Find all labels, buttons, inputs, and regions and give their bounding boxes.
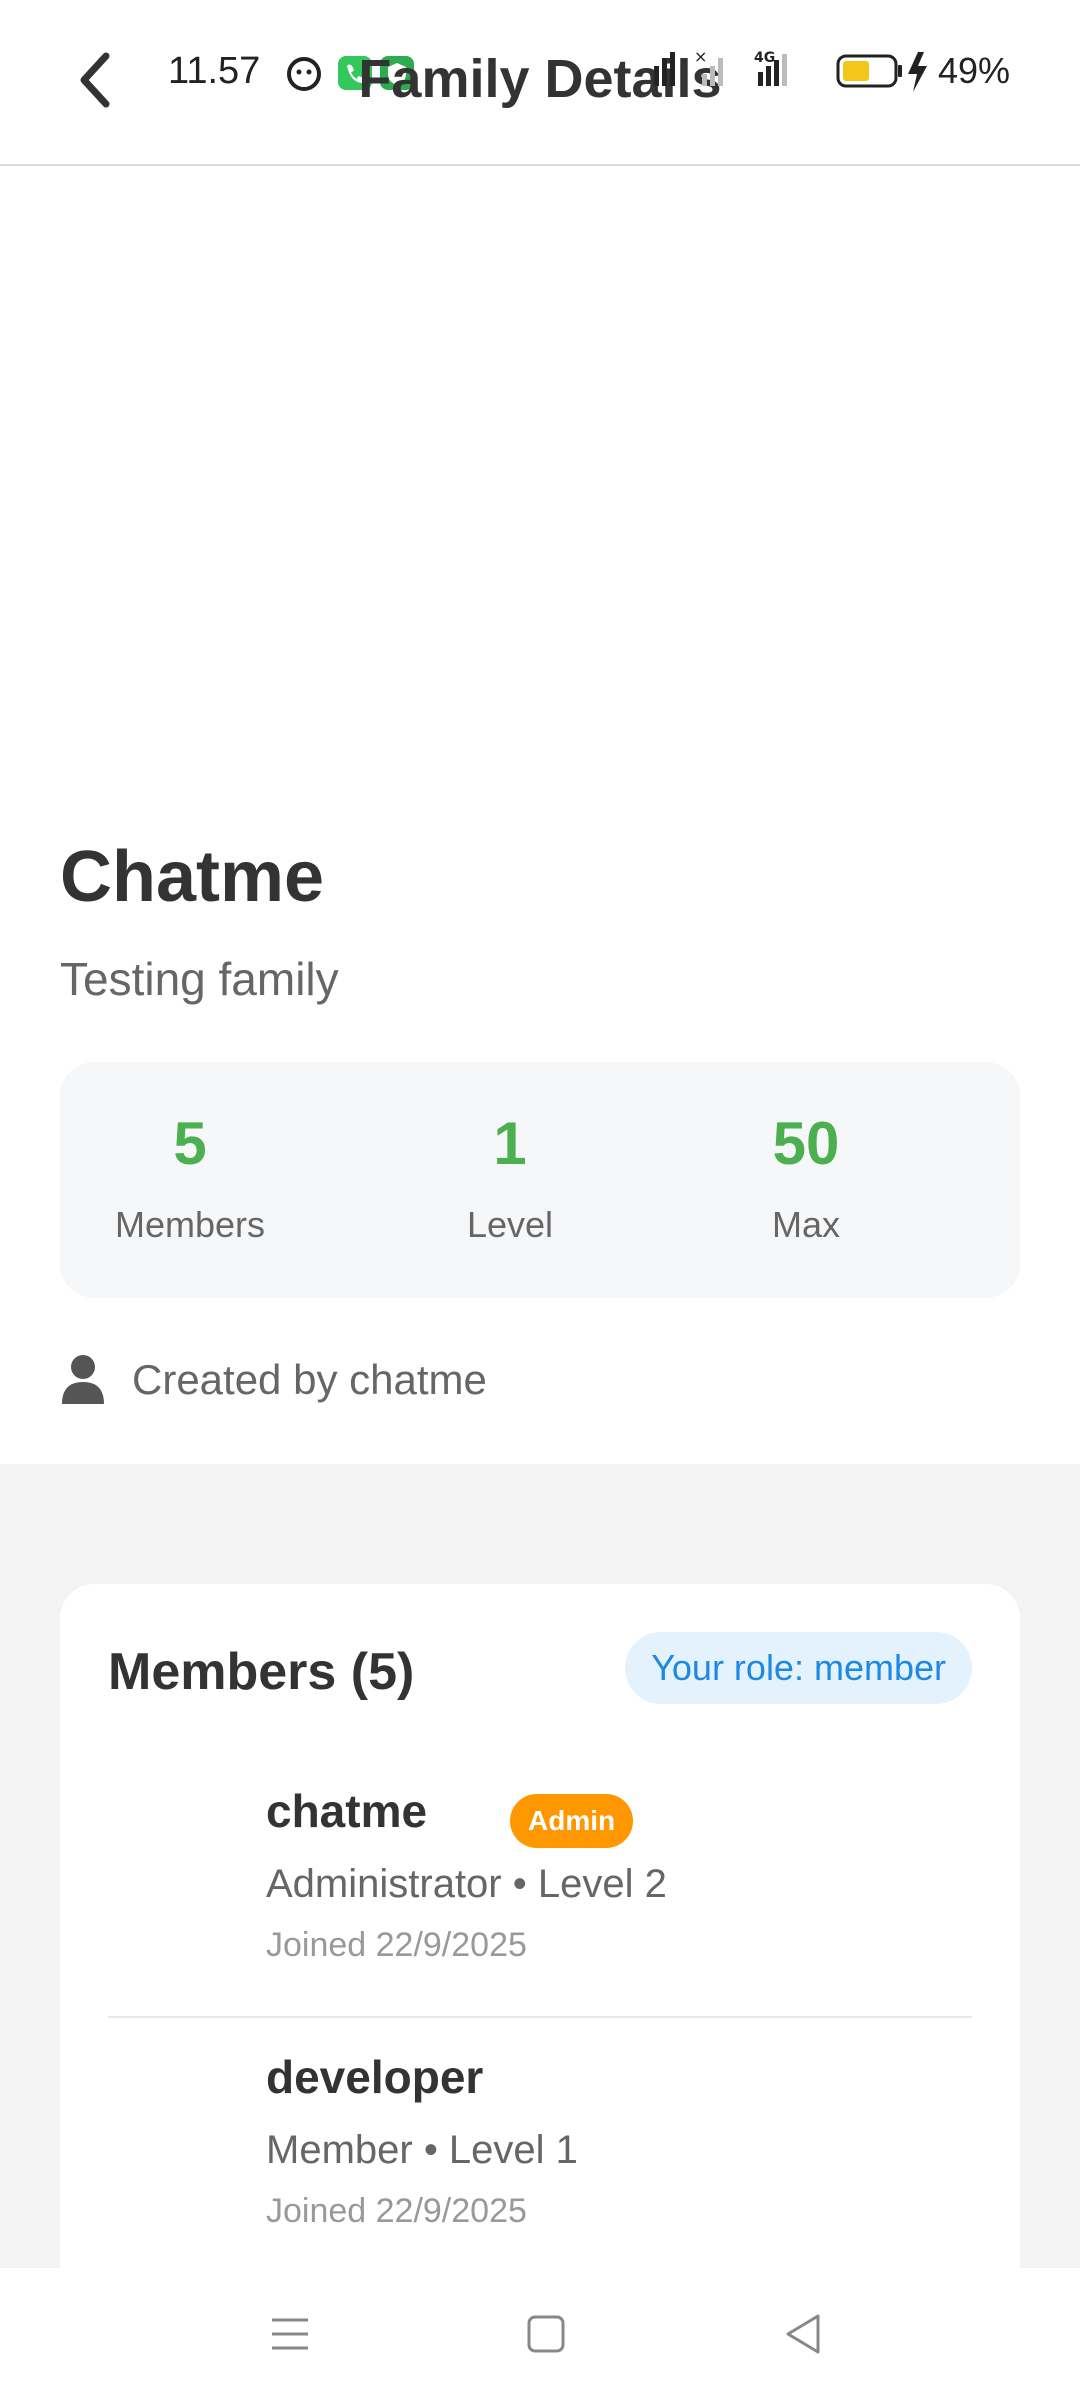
member-name: developer xyxy=(266,2051,484,2103)
status-system-icons: × 4G xyxy=(650,47,940,101)
stat-value: 5 xyxy=(173,1110,207,1177)
battery-percent: 49% xyxy=(938,50,1011,91)
triangle-back-icon xyxy=(786,2314,820,2354)
signal-icon: × xyxy=(654,47,723,86)
recent-apps-button[interactable] xyxy=(260,2304,320,2364)
stat-value: 50 xyxy=(772,1110,840,1177)
stat-max: 50 Max xyxy=(676,1114,936,1246)
members-card: Members (5) Your role: member chatme Adm… xyxy=(60,1584,1020,2284)
battery-icon xyxy=(836,54,902,88)
menu-icon xyxy=(272,2318,308,2350)
role-badge: Your role: member xyxy=(625,1632,972,1704)
created-by-label: Created by chatme xyxy=(132,1356,487,1403)
member-joined-date: Joined 22/9/2025 xyxy=(266,2192,527,2230)
members-title: Members (5) xyxy=(108,1643,415,1701)
family-name: Chatme xyxy=(60,837,325,917)
home-button[interactable] xyxy=(516,2304,576,2364)
system-navigation-bar xyxy=(0,2268,1080,2400)
stat-value: 1 xyxy=(493,1110,527,1177)
family-stats-card: 5 Members 1 Level 50 Max xyxy=(60,1062,1020,1298)
app-header: 11.57 Family Details × 4G 49% xyxy=(0,0,1080,166)
square-icon xyxy=(527,2315,565,2353)
member-role-level: Member • Level 1 xyxy=(266,2128,578,2172)
back-nav-button[interactable] xyxy=(774,2304,834,2364)
stat-label: Max xyxy=(771,1204,840,1245)
stat-members: 5 Members xyxy=(60,1114,320,1246)
stat-label: Level xyxy=(466,1204,554,1245)
person-icon xyxy=(62,1355,104,1404)
admin-badge: Admin xyxy=(510,1794,634,1848)
member-name: chatme xyxy=(266,1785,428,1837)
member-role-level: Administrator • Level 2 xyxy=(266,1862,667,1906)
member-joined-date: Joined 22/9/2025 xyxy=(266,1926,527,1964)
member-row[interactable]: developer Member • Level 1 Joined 22/9/2… xyxy=(108,2050,972,2250)
stat-level: 1 Level xyxy=(380,1114,640,1246)
svg-text:4G: 4G xyxy=(754,50,775,66)
family-description: Testing family xyxy=(60,953,339,1005)
signal-4g-icon: 4G xyxy=(754,50,787,86)
family-banner xyxy=(0,166,1080,806)
member-row[interactable]: chatme Admin Administrator • Level 2 Joi… xyxy=(108,1784,972,1984)
svg-text:×: × xyxy=(694,48,707,66)
charging-icon xyxy=(908,52,927,92)
stat-label: Members xyxy=(114,1204,266,1245)
member-divider xyxy=(108,2016,972,2018)
